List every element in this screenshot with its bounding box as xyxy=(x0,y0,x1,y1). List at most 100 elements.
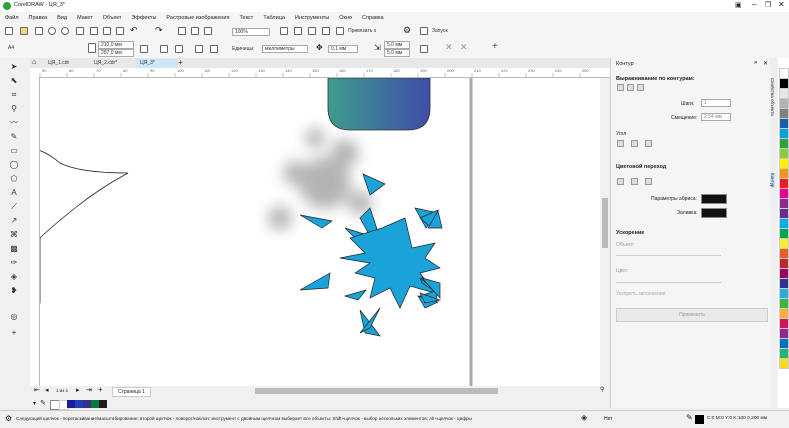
all-pages-icon[interactable] xyxy=(140,45,148,53)
vertical-scrollbar[interactable] xyxy=(600,78,610,386)
corner-miter-icon[interactable] xyxy=(617,140,624,147)
side-tab-properties[interactable]: Свойства объекта xyxy=(770,78,775,116)
menu-file[interactable]: Файл xyxy=(0,15,24,21)
color-swatch[interactable] xyxy=(779,358,789,369)
menu-layout[interactable]: Макет xyxy=(72,15,98,21)
rectangle-tool-icon[interactable]: ▭ xyxy=(9,146,19,156)
snap-to-dropdown[interactable]: Привязать к xyxy=(348,28,376,34)
add-tool-icon[interactable]: + xyxy=(9,328,19,338)
delete-icon[interactable]: ✕ xyxy=(445,42,453,53)
help-icon[interactable]: ▣ xyxy=(735,1,742,9)
treat-as-filled-icon[interactable] xyxy=(420,45,428,53)
apply-button[interactable]: Применить xyxy=(616,308,768,322)
palette-swatch[interactable] xyxy=(99,400,107,408)
cut-icon[interactable] xyxy=(90,27,98,35)
export-icon[interactable] xyxy=(191,27,199,35)
docker-close-icon[interactable]: ✕ xyxy=(763,60,768,67)
doc-tab-2[interactable]: ЦЯ_2.cdr* xyxy=(90,59,121,68)
polygon-tool-icon[interactable]: ⬠ xyxy=(9,174,19,184)
outline-color-picker[interactable] xyxy=(701,194,727,204)
last-page-icon[interactable]: ⇥ xyxy=(86,386,92,394)
palette-swatch[interactable] xyxy=(91,400,99,408)
new-tab-icon[interactable]: + xyxy=(178,58,183,67)
import-icon[interactable] xyxy=(178,27,186,35)
palette-swatch[interactable] xyxy=(67,400,75,408)
page-layout-icon[interactable] xyxy=(210,45,218,53)
minimize-icon[interactable]: – xyxy=(752,0,756,9)
corner-round-icon[interactable] xyxy=(631,140,638,147)
portrait-icon[interactable] xyxy=(160,45,168,53)
doc-tab-1[interactable]: ЦЯ_1.cdr xyxy=(44,59,73,68)
status-gear-icon[interactable]: ⚙ xyxy=(5,414,12,423)
add-page-icon[interactable]: + xyxy=(98,385,103,394)
drawing-canvas[interactable] xyxy=(40,78,600,386)
duplicate-x-field[interactable]: 5,0 мм xyxy=(384,41,410,49)
open-icon[interactable] xyxy=(20,27,28,35)
zoom-field[interactable]: 100% xyxy=(232,28,270,36)
fullscreen-icon[interactable] xyxy=(280,27,288,35)
menu-window[interactable]: Окно xyxy=(334,15,357,21)
artistic-media-icon[interactable]: ✎ xyxy=(9,132,19,142)
contour-inside-icon[interactable] xyxy=(617,84,624,91)
ellipse-tool-icon[interactable]: ◯ xyxy=(9,160,19,170)
save-icon[interactable] xyxy=(35,27,43,35)
dimension-tool-icon[interactable]: ↗ xyxy=(9,216,19,226)
zoom-tool-icon[interactable]: ⚲ xyxy=(9,104,19,114)
objects-slider[interactable] xyxy=(616,255,721,256)
delete-all-icon[interactable]: ✕ xyxy=(460,42,468,53)
grid-icon[interactable] xyxy=(308,27,316,35)
color-clockwise-icon[interactable] xyxy=(631,178,638,185)
home-icon[interactable]: ⌂ xyxy=(32,59,36,66)
snap-icon[interactable] xyxy=(336,27,344,35)
menu-object[interactable]: Объект xyxy=(98,15,127,21)
apply-page-icon[interactable] xyxy=(195,45,203,53)
shape-tool-icon[interactable]: ⬉ xyxy=(9,76,19,86)
fill-tool-icon[interactable]: ◈ xyxy=(9,272,19,282)
launch-icon[interactable] xyxy=(420,27,428,35)
new-document-icon[interactable] xyxy=(5,27,13,35)
color-linear-icon[interactable] xyxy=(617,178,624,185)
menu-edit[interactable]: Правка xyxy=(24,15,53,21)
corner-bevel-icon[interactable] xyxy=(645,140,652,147)
menu-text[interactable]: Текст xyxy=(234,15,258,21)
paste-icon[interactable] xyxy=(116,27,124,35)
horizontal-scroll-thumb[interactable] xyxy=(255,388,498,394)
next-page-icon[interactable]: ▸ xyxy=(76,386,80,394)
undo-icon[interactable]: ↶ xyxy=(130,25,138,36)
nudge-field[interactable]: 0,1 мм xyxy=(328,45,358,53)
pick-tool-icon[interactable]: ➤ xyxy=(9,62,19,72)
launch-dropdown[interactable]: Запуск xyxy=(432,28,448,34)
side-tab-contour[interactable]: Контур xyxy=(770,173,775,188)
zoom-in-small-icon[interactable]: ⚲ xyxy=(600,386,604,393)
page-height-field[interactable]: 297,0 мм xyxy=(98,49,134,57)
first-page-icon[interactable]: ⇤ xyxy=(34,386,40,394)
page-size-dropdown[interactable]: A4 xyxy=(8,45,14,51)
docker-expand-icon[interactable]: » xyxy=(754,60,757,66)
color-counterclockwise-icon[interactable] xyxy=(645,178,652,185)
freehand-tool-icon[interactable]: 〰 xyxy=(9,118,19,128)
units-dropdown[interactable]: миллиметры xyxy=(262,45,308,53)
steps-field[interactable]: 1 xyxy=(701,99,731,107)
add-icon[interactable]: + xyxy=(492,41,498,52)
pdf-icon[interactable] xyxy=(204,27,212,35)
contour-center-icon[interactable] xyxy=(637,84,644,91)
prev-page-icon[interactable]: ◂ xyxy=(45,386,49,394)
close-icon[interactable]: ✕ xyxy=(778,0,785,9)
vertical-scroll-thumb[interactable] xyxy=(602,198,608,248)
offset-field[interactable]: 2,54 мм xyxy=(701,113,731,121)
palette-arrow-icon[interactable]: ▾ xyxy=(33,400,36,407)
print-icon[interactable] xyxy=(76,27,84,35)
menu-effects[interactable]: Эффекты xyxy=(126,15,161,21)
eyedropper-icon[interactable]: ✎ xyxy=(40,399,46,407)
crop-tool-icon[interactable]: ⌗ xyxy=(9,90,19,100)
transparency-tool-icon[interactable]: ▩ xyxy=(9,244,19,254)
palette-swatch[interactable] xyxy=(83,400,91,408)
eyedropper-tool-icon[interactable]: ✑ xyxy=(9,258,19,268)
fill-color-picker[interactable] xyxy=(701,208,727,218)
outline-pen-icon[interactable]: ◎ xyxy=(9,312,19,322)
redo-icon[interactable]: ↷ xyxy=(155,25,163,36)
menu-table[interactable]: Таблица xyxy=(258,15,290,21)
settings-icon[interactable]: ⚙ xyxy=(403,25,411,36)
duplicate-y-field[interactable]: 5,0 мм xyxy=(384,49,410,57)
accel-checkbox[interactable]: Ускорить заполнение xyxy=(616,291,665,297)
